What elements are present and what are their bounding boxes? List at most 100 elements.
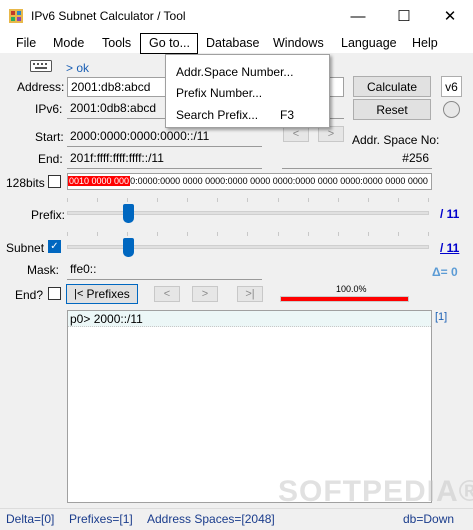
list-item[interactable]: p0> 2000::/11 [68,311,431,327]
mask-label: Mask: [27,263,60,277]
end-checkbox[interactable] [48,287,61,300]
delta-label: Δ= 0 [432,265,458,279]
menu-goto[interactable]: Go to... [149,36,190,50]
subnet-value[interactable]: / 11 [440,241,459,255]
bits128-label: 128bits [6,176,45,190]
slider-tick [307,198,309,202]
slider-tick [307,232,309,236]
menu-tools[interactable]: Tools [102,36,131,50]
addr-space-next-button[interactable]: > [318,126,344,142]
slider-tick [337,198,339,202]
prefix-slider-thumb[interactable] [123,204,134,223]
addr-space-prev-button[interactable]: < [283,126,309,142]
app-icon [9,9,23,23]
watermark: SOFTPEDIA® [278,475,473,508]
menu-mode[interactable]: Mode [53,36,84,50]
mask-field: ffe0:: [67,260,262,280]
slider-tick [187,232,189,236]
subnet-slider-thumb[interactable] [123,238,134,257]
slider-tick [67,198,68,202]
start-label: Start: [35,130,64,144]
slider-tick [157,198,159,202]
slider-tick [157,232,159,236]
v6-button[interactable]: v6 [441,76,462,97]
first-page-icon: |< [74,288,84,300]
minimize-button[interactable]: — [335,0,381,32]
slider-tick [427,198,429,202]
slider-tick [97,232,99,236]
menu-file[interactable]: File [16,36,36,50]
prefixes-button[interactable]: |< Prefixes [66,284,138,304]
status-delta: Delta=[0] [6,512,55,526]
slider-tick [397,232,399,236]
menu-help[interactable]: Help [412,36,438,50]
progress-fill [281,297,408,301]
ipv6-label: IPv6: [35,102,63,116]
slider-tick [277,232,279,236]
dropdown-item-prefix-number[interactable]: Prefix Number... [176,86,262,100]
subnet-slider-track[interactable] [67,245,429,249]
progress-bar [280,296,409,302]
addr-space-field: #256 [282,149,432,169]
slider-tick [187,198,189,202]
bits-display: 0010 0000 0000:0000:0000 0000 0000:0000 … [67,173,432,190]
subnet-label: Subnet [6,241,45,255]
window-title: IPv6 Subnet Calculator / Tool [31,9,186,23]
slider-tick [247,232,249,236]
address-label: Address: [17,80,65,94]
slider-tick [127,232,129,236]
reset-button[interactable]: Reset [353,99,431,120]
slider-tick [367,198,369,202]
close-button[interactable]: ✕ [427,0,473,32]
bits128-checkbox[interactable] [48,175,61,188]
prefix-value: / 11 [440,207,460,221]
menu-language[interactable]: Language [341,36,397,50]
bits-highlight: 0010 0000 000 [68,176,131,186]
maximize-button[interactable]: ☐ [381,0,427,32]
prefix-slider-track[interactable] [67,211,429,215]
status-db: db=Down [403,512,455,526]
end-label: End: [38,152,63,166]
keyboard-status: > ok [66,61,90,75]
progress-text: 100.0% [336,284,367,294]
calculate-button[interactable]: Calculate [353,76,431,97]
slider-tick [277,198,279,202]
slider-tick [217,232,219,236]
menu-database[interactable]: Database [206,36,260,50]
subnet-slider-ticks [67,232,429,236]
prefixes-button-label: Prefixes [86,287,130,301]
dropdown-item-addr-space[interactable]: Addr.Space Number... [176,65,293,79]
slider-tick [127,198,129,202]
nav-prev-button[interactable]: < [154,286,180,302]
goto-dropdown-menu: Addr.Space Number... Prefix Number... Se… [165,54,330,128]
status-indicator-icon [443,101,460,118]
slider-tick [427,232,429,236]
prefix-slider-ticks [67,198,429,202]
slider-tick [217,198,219,202]
keyboard-icon[interactable] [30,60,52,72]
nav-last-button[interactable]: >| [237,286,263,302]
dropdown-shortcut-f3: F3 [280,108,295,122]
dropdown-item-search-prefix[interactable]: Search Prefix... [176,108,258,122]
end-check-label: End? [15,288,44,302]
addr-space-label: Addr. Space No: [352,133,440,147]
menu-windows[interactable]: Windows [273,36,324,50]
nav-next-button[interactable]: > [192,286,218,302]
prefix-label: Prefix: [31,208,66,222]
results-count: [1] [435,311,448,323]
status-prefixes: Prefixes=[1] [69,512,133,526]
maximize-icon: ☐ [397,8,411,25]
start-field: 2000:0000:0000:0000::/11 [67,127,262,147]
subnet-checkbox[interactable]: ✓ [48,240,61,253]
status-bar: Delta=[0] Prefixes=[1] Address Spaces=[2… [0,508,473,530]
slider-tick [397,198,399,202]
slider-tick [247,198,249,202]
close-icon: ✕ [443,8,457,25]
slider-tick [97,198,99,202]
slider-tick [67,232,68,236]
status-address-spaces: Address Spaces=[2048] [147,512,275,526]
bits-rest: 0:0000:0000 0000 0000:0000 0000 0000:000… [130,176,428,186]
slider-tick [337,232,339,236]
minimize-icon: — [350,7,366,25]
end-field: 201f:ffff:ffff:ffff::/11 [67,149,262,169]
